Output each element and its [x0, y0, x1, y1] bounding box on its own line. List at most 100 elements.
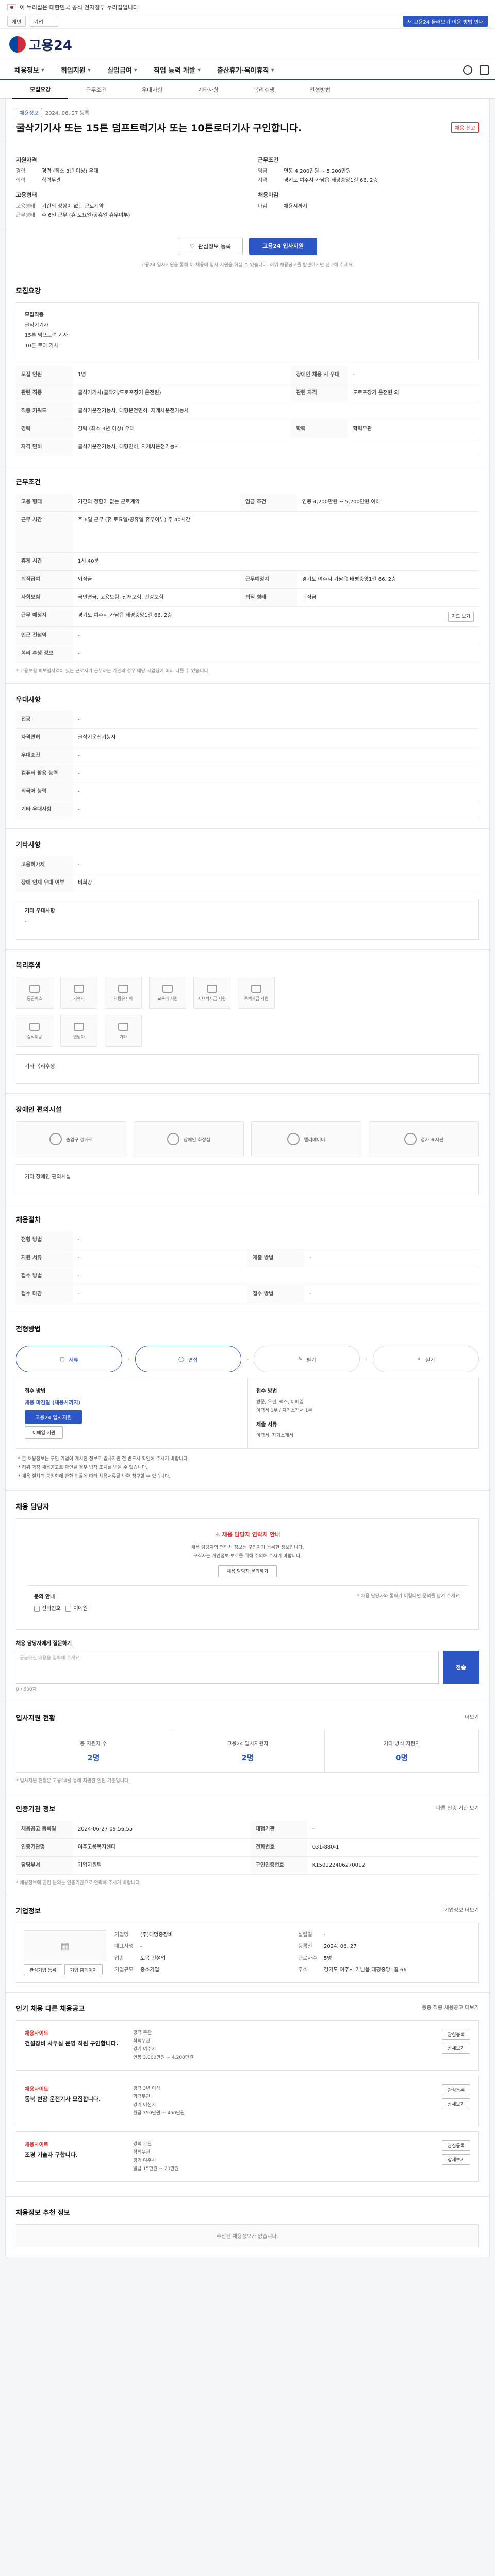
related-detail-button[interactable]: 상세보기 — [441, 2043, 470, 2054]
welfare-tile: 자녀학자금 지원 — [193, 977, 230, 1009]
section-stats: 입사지원 현황 더보기 총 지원자 수 2명 고용24 입사지원자 2명 기타 방식 … — [6, 1702, 489, 1793]
ramp-icon — [49, 1133, 62, 1145]
apply-button[interactable]: 고용24 입사지원 — [249, 238, 317, 255]
company-interest-button[interactable]: 관심기업 등록 — [24, 1964, 62, 1975]
table-row: 전공 - — [16, 711, 479, 729]
job-detail-tabs: 모집요강 근무조건 우대사항 기타사항 복리후생 전형방법 — [0, 80, 495, 99]
welfare-etc-box: 기타 복리후생 — [16, 1054, 479, 1084]
related-job-card[interactable]: 채용사이트 건설장비 사무실 운영 직원 구인합니다. 경력 무관 학력무관 경… — [16, 2020, 479, 2071]
summary-left2-header: 고용형태 — [16, 192, 37, 198]
section-preference: 우대사항 전공 - 자격면허 굴삭기운전기능사 우대조건 - 컴퓨터 활용 능력 - 외… — [6, 684, 489, 829]
tool-icon: ✧ — [417, 1356, 422, 1362]
related-job-card[interactable]: 채용사이트 조경 기술자 구합니다. 경력 무관 학력무관 경기 여주시 일급 … — [16, 2131, 479, 2182]
summary-row: 고용형태 기간의 정함이 없는 근로계약 — [16, 204, 104, 209]
section-work: 근무조건 고용 형태 기간의 정함이 없는 근로계약 임금 조건 연봉 4,200만원… — [6, 466, 489, 684]
job-summary: 지원자격 경력 경력 (최소 3년 이상) 우대 학력 학력무관 고용형태 고용형태… — [6, 143, 489, 228]
user-type-tab[interactable]: 개인 — [7, 16, 26, 27]
report-button[interactable]: 채용 신고 — [451, 122, 479, 133]
section-recommend: 채용정보 추천 정보 추천된 채용정보가 없습니다. — [6, 2197, 489, 2257]
search-icon[interactable] — [463, 65, 472, 75]
table-row: 장애 인재 우대 여부 비희망 — [16, 874, 479, 892]
email-apply-button[interactable]: 이메일 지원 — [25, 1426, 63, 1439]
tab-preference[interactable]: 우대사항 — [124, 80, 180, 99]
guide-pill[interactable]: 새 고용24 둘러보기 이용 방법 안내 — [403, 16, 488, 27]
tab-work-conditions[interactable]: 근무조건 — [68, 80, 124, 99]
job-title: 굴삭기기사 또는 15톤 덤프트럭기사 또는 10톤로더기사 구인합니다. — [16, 123, 302, 134]
question-area: 채용 담당자에게 질문하기 궁금하신 내용을 입력해 주세요. 전송 0 / 5… — [16, 1639, 479, 1692]
map-button[interactable]: 지도 보기 — [448, 612, 474, 622]
table-row: 담당부서 기업지원팀 구인인증번호 K150122406270012 — [16, 1856, 479, 1875]
company-card: ▦ 관심기업 등록 기업 홈페이지 기업명 (주)대명중장비 설립일 - 대표자명 -… — [16, 1923, 479, 1983]
interview-icon: ◯ — [178, 1356, 185, 1362]
summary-left: 지원자격 경력 경력 (최소 3년 이상) 우대 학력 학력무관 고용형태 고용형태… — [16, 150, 237, 221]
table-row: 고용 형태 기간의 정함이 없는 근로계약 임금 조건 연봉 4,200만원 ~ 5,… — [16, 494, 479, 512]
step-interview: ◯ 면접 — [135, 1346, 241, 1372]
question-textarea[interactable]: 궁금하신 내용을 입력해 주세요. — [16, 1651, 439, 1684]
tab-selection[interactable]: 전형방법 — [292, 80, 348, 99]
stat-cell: 총 지원자 수 2명 — [80, 1741, 107, 1762]
dormitory-icon — [74, 984, 84, 993]
related-interest-button[interactable]: 관심등록 — [441, 2084, 470, 2095]
contact-inquiry-button[interactable]: 채용 담당자 문의하기 — [218, 1565, 277, 1577]
car-icon — [118, 984, 128, 993]
tab-welfare[interactable]: 복리후생 — [236, 80, 292, 99]
nav-item-employment-support[interactable]: 취업지원 ▼ — [53, 60, 99, 80]
apply-method-right: 접수 방법 방문, 우편, 팩스, 이메일 이력서 1부 / 자기소개서 1부 … — [248, 1378, 478, 1448]
disabled-grid: 출입구 경사로 장애인 화장실 엘리베이터 점자 표지판 — [16, 1121, 479, 1157]
phone-checkbox[interactable] — [34, 1605, 40, 1612]
send-button[interactable]: 전송 — [443, 1651, 479, 1684]
meal-icon — [29, 1022, 40, 1031]
nav-item-jobs[interactable]: 채용정보 ▼ — [6, 60, 53, 80]
disabled-tile: 출입구 경사로 — [16, 1121, 126, 1157]
work-hint: * 고용보험 피보험자격이 있는 근로자가 근무하는 기관의 경우 해당 사업장… — [16, 669, 210, 674]
heart-icon: ♡ — [190, 243, 195, 250]
table-row: 채용공고 등록일 2024-06-27 09:56:55 대행기관 - — [16, 1821, 479, 1839]
welfare-tile: 통근버스 — [16, 977, 53, 1009]
nav-item-training[interactable]: 직업 능력 개발 ▼ — [145, 60, 209, 80]
nav-item-leave[interactable]: 출산휴가·육아휴직 ▼ — [209, 60, 283, 80]
table-row: 모집 인원 1명 장애인 채용 시 우대 - — [16, 366, 479, 384]
section-company: 기업정보 기업정보 더보기 ▦ 관심기업 등록 기업 홈페이지 기업명 (주)대명중… — [6, 1895, 489, 1993]
welfare-grid: 통근버스 기숙사 차량유지비 교육비 지원 자녀학자금 지원 주택자금 지원 중… — [16, 977, 479, 1047]
menu-icon[interactable] — [480, 65, 489, 75]
related-detail-button[interactable]: 상세보기 — [441, 2098, 470, 2109]
company-homepage-button[interactable]: 기업 홈페이지 — [64, 1964, 103, 1975]
user-type-select[interactable]: 기업 — [29, 16, 58, 27]
selection-steps: ▢ 서류 › ◯ 면접 › ✎ 필기 › ✧ 실기 — [16, 1341, 479, 1378]
section-title: 우대사항 — [16, 696, 41, 704]
tab-recruit[interactable]: 모집요강 — [12, 80, 69, 99]
summary-left-header: 지원자격 — [16, 157, 37, 163]
email-checkbox[interactable] — [65, 1605, 72, 1612]
etc-box: 기타 우대사항 - — [16, 899, 479, 940]
save-interest-button[interactable]: ♡ 관심정보 등록 — [178, 238, 243, 255]
job-actions: ♡ 관심정보 등록 고용24 입사지원 — [6, 228, 489, 258]
job-title-row: 굴삭기기사 또는 15톤 덤프트럭기사 또는 10톤로더기사 구인합니다. 채용… — [16, 121, 479, 134]
welfare-tile: 기타 — [105, 1015, 142, 1047]
section-title: 장애인 편의시설 — [16, 1106, 62, 1114]
logo-text: 고용24 — [29, 38, 73, 54]
tab-etc[interactable]: 기타사항 — [180, 80, 236, 99]
related-job-card[interactable]: 채용사이트 동북 현장 운전기사 모집합니다. 경력 3년 이상 학력무관 경기… — [16, 2076, 479, 2126]
top-utility-right: 새 고용24 둘러보기 이용 방법 안내 — [403, 16, 488, 27]
bus-icon — [29, 984, 40, 993]
nav-item-unemployment[interactable]: 실업급여 ▼ — [99, 60, 145, 80]
gov-banner-text: 이 누리집은 대한민국 공식 전자정부 누리집입니다. — [20, 4, 140, 11]
work-table: 고용 형태 기간의 정함이 없는 근로계약 임금 조건 연봉 4,200만원 ~ 5,… — [16, 494, 479, 663]
table-row: 휴게 시간 1시 40분 — [16, 552, 479, 571]
arrow-right-icon: › — [246, 1355, 249, 1363]
related-interest-button[interactable]: 관심등록 — [441, 2029, 470, 2040]
table-row: 경력 경력 (최소 3년 이상) 우대 학력 학력무관 — [16, 420, 479, 438]
step-written: ✎ 필기 — [254, 1346, 360, 1372]
apply-method: 접수 방법 채용 마감일 (채용시까지) 고용24 입사지원 이메일 지원 접수… — [16, 1378, 479, 1449]
table-row: 직종 키워드 굴삭기운전기능사, 대형운전면허, 지게차운전기능사 — [16, 402, 479, 420]
stats-more-link[interactable]: 더보기 — [465, 1713, 479, 1720]
related-interest-button[interactable]: 관심등록 — [441, 2140, 470, 2151]
apply-online-button[interactable]: 고용24 입사지원 — [25, 1410, 82, 1424]
company-more-link[interactable]: 기업정보 더보기 — [444, 1906, 479, 1913]
related-more-link[interactable]: 동종 직종 채용공고 더보기 — [422, 2003, 479, 2011]
summary-right-header: 근무조건 — [258, 157, 279, 163]
agency-more-button[interactable]: 다른 인증 기관 보기 — [436, 1804, 479, 1811]
related-detail-button[interactable]: 상세보기 — [441, 2154, 470, 2165]
main-nav: 채용정보 ▼ 취업지원 ▼ 실업급여 ▼ 직업 능력 개발 ▼ 출산휴가·육아휴직 ▼ — [0, 60, 495, 80]
site-logo[interactable]: 고용24 — [9, 35, 72, 54]
